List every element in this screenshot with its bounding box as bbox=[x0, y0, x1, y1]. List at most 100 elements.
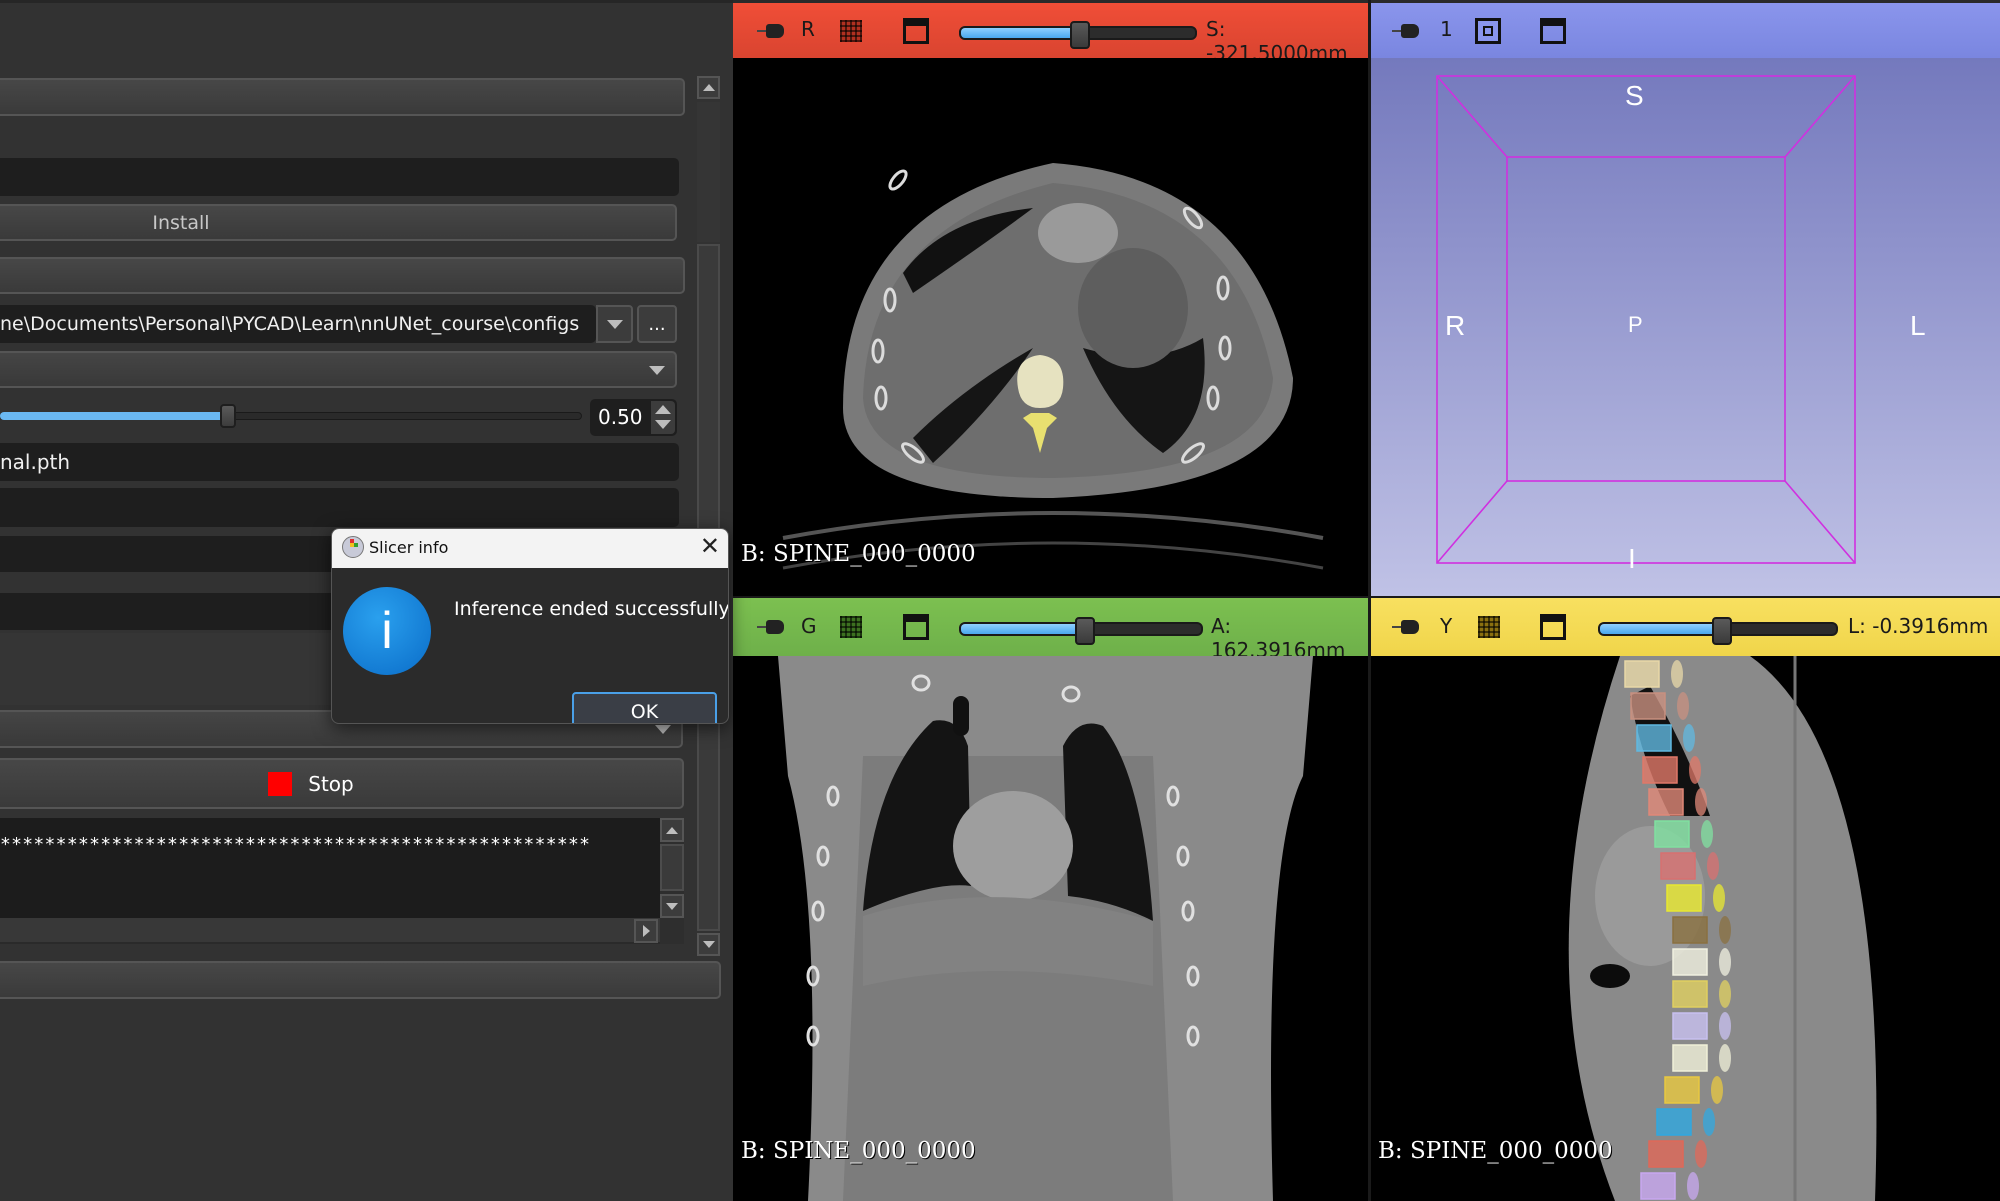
spinous-process-segment bbox=[1711, 1076, 1723, 1104]
vertebra-body-segment bbox=[1648, 788, 1684, 816]
slicer-app-icon bbox=[342, 536, 364, 558]
orientation-right: R bbox=[1445, 310, 1466, 341]
center-view-inner bbox=[1483, 26, 1493, 36]
spinous-process-segment bbox=[1689, 756, 1701, 784]
vertebra-body-segment bbox=[1654, 820, 1690, 848]
panel-scrollbar[interactable] bbox=[697, 76, 720, 956]
input-field[interactable] bbox=[0, 488, 679, 527]
slice-offset-slider[interactable] bbox=[1598, 617, 1838, 645]
volume-label: B: SPINE_000_0000 bbox=[1378, 1138, 1613, 1164]
chevron-down-icon bbox=[606, 319, 623, 329]
spinous-process-segment bbox=[1713, 884, 1725, 912]
view-maximize-icon[interactable] bbox=[1540, 614, 1566, 640]
slider-fill bbox=[961, 27, 1078, 38]
model-selector-combobox[interactable] bbox=[0, 351, 677, 388]
slider-handle[interactable] bbox=[1070, 20, 1090, 49]
config-path-combobox[interactable]: ne\Documents\Personal\PYCAD\Learn\nnUNet… bbox=[0, 305, 596, 343]
ok-button[interactable]: OK bbox=[572, 692, 717, 723]
scroll-up-button[interactable] bbox=[660, 818, 684, 842]
spinous-process-segment bbox=[1695, 788, 1707, 816]
stop-icon bbox=[268, 771, 293, 796]
slice-visibility-icon[interactable] bbox=[840, 616, 862, 638]
scroll-down-button[interactable] bbox=[697, 933, 720, 956]
config-path-dropdown-button[interactable] bbox=[596, 305, 633, 343]
spinous-process-segment bbox=[1671, 660, 1683, 688]
scroll-track[interactable] bbox=[697, 102, 720, 242]
spinbox-arrows[interactable] bbox=[651, 401, 675, 434]
chevron-down-icon bbox=[649, 366, 665, 375]
spinous-process-segment bbox=[1719, 1044, 1731, 1072]
center-view-icon[interactable] bbox=[1475, 18, 1501, 44]
spinous-process-segment bbox=[1707, 852, 1719, 880]
slice-visibility-icon[interactable] bbox=[1478, 616, 1500, 638]
model-file-text: nal.pth bbox=[0, 450, 71, 474]
yellow-slice-view[interactable]: B: SPINE_000_0000 bbox=[1370, 656, 2000, 1201]
log-textarea[interactable]: ****************************************… bbox=[0, 818, 660, 918]
vertebra-body-segment bbox=[1672, 948, 1708, 976]
log-horizontal-scrollbar[interactable] bbox=[0, 918, 684, 944]
log-vertical-scrollbar[interactable] bbox=[660, 818, 684, 918]
vertebra-body-segment bbox=[1648, 1140, 1684, 1168]
section-button[interactable] bbox=[0, 257, 685, 294]
vertebra-body-segment bbox=[1636, 724, 1672, 752]
spin-down-icon[interactable] bbox=[655, 420, 671, 429]
heart bbox=[1038, 203, 1118, 263]
dialog-titlebar: Slicer info ✕ bbox=[332, 529, 728, 568]
arrow-down-icon bbox=[702, 941, 715, 948]
vertebra-body-segment bbox=[1630, 692, 1666, 720]
slice-position-label: L: -0.3916mm bbox=[1848, 614, 1989, 638]
close-icon[interactable]: ✕ bbox=[700, 532, 720, 560]
slider-handle[interactable] bbox=[1712, 617, 1733, 645]
scroll-thumb[interactable] bbox=[660, 844, 684, 891]
spin-up-icon[interactable] bbox=[655, 405, 671, 414]
scroll-up-button[interactable] bbox=[697, 76, 720, 99]
arrow-right-icon bbox=[642, 925, 650, 937]
log-text: ****************************************… bbox=[0, 834, 591, 855]
slider-fill bbox=[1600, 624, 1721, 634]
slice-visibility-icon[interactable] bbox=[840, 19, 862, 42]
browse-label: ... bbox=[648, 313, 666, 335]
spinous-process-segment bbox=[1677, 692, 1689, 720]
pin-icon[interactable] bbox=[757, 620, 787, 634]
dialog-message: Inference ended successfully. bbox=[454, 598, 729, 620]
install-button[interactable]: Install bbox=[0, 204, 677, 241]
red-slice-view[interactable]: B: SPINE_000_0000 bbox=[733, 58, 1370, 598]
threshold-slider[interactable] bbox=[0, 404, 582, 428]
view-name: 1 bbox=[1440, 17, 1453, 41]
axial-ct-image bbox=[782, 163, 1324, 570]
stomach bbox=[1078, 248, 1188, 368]
threshold-value: 0.50 bbox=[598, 405, 643, 429]
slider-handle[interactable] bbox=[220, 404, 236, 428]
scroll-down-button[interactable] bbox=[660, 894, 684, 918]
threshold-spinbox[interactable]: 0.50 bbox=[590, 399, 677, 436]
spinous-process-segment bbox=[1719, 980, 1731, 1008]
3d-view-controller: 1 bbox=[1370, 3, 2000, 58]
vertebra-segment bbox=[1017, 355, 1064, 408]
slider-handle[interactable] bbox=[1075, 617, 1096, 645]
app-icon-pixel bbox=[354, 543, 358, 547]
stop-button[interactable]: Stop bbox=[0, 758, 684, 809]
view-maximize-icon[interactable] bbox=[903, 614, 929, 640]
section-collapsible-button[interactable] bbox=[0, 78, 685, 116]
bowel-gas bbox=[1590, 964, 1630, 988]
box-edge bbox=[1784, 480, 1856, 564]
text-field[interactable] bbox=[0, 158, 679, 196]
green-slice-view[interactable]: B: SPINE_000_0000 bbox=[733, 656, 1370, 1201]
browse-button[interactable]: ... bbox=[637, 305, 677, 343]
slider-fill bbox=[0, 412, 230, 420]
arrow-down-icon bbox=[666, 902, 678, 910]
slice-offset-slider[interactable] bbox=[959, 617, 1203, 645]
volume-label: B: SPINE_000_0000 bbox=[741, 541, 976, 567]
view-maximize-icon[interactable] bbox=[903, 17, 929, 44]
3d-view[interactable]: S I R L P bbox=[1370, 58, 2000, 598]
scroll-right-button[interactable] bbox=[634, 919, 658, 943]
model-file-field[interactable]: nal.pth bbox=[0, 443, 679, 481]
box-edge bbox=[1436, 480, 1508, 564]
spinous-process-segment bbox=[1703, 1108, 1715, 1136]
view-maximize-icon[interactable] bbox=[1540, 17, 1566, 44]
pin-icon[interactable] bbox=[757, 23, 787, 38]
pin-icon[interactable] bbox=[1392, 23, 1422, 38]
slice-offset-slider[interactable] bbox=[959, 20, 1197, 49]
section-collapsible-button[interactable] bbox=[0, 961, 721, 999]
pin-icon[interactable] bbox=[1392, 620, 1422, 634]
